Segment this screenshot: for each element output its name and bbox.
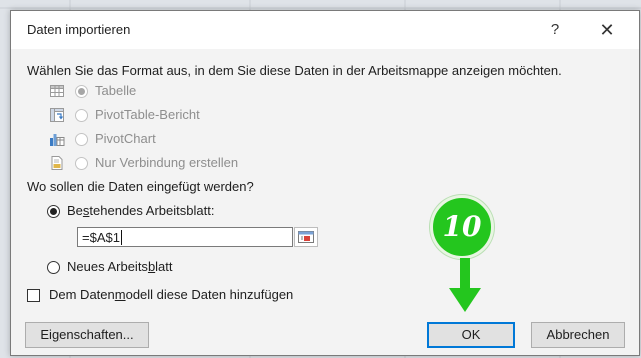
connection-icon bbox=[51, 156, 63, 170]
option-existing-sheet: Bestehendes Arbeitsblatt: bbox=[47, 201, 347, 221]
existing-sheet-radio[interactable] bbox=[47, 205, 60, 218]
existing-sheet-label: Bestehendes Arbeitsblatt: bbox=[67, 203, 215, 218]
option-new-sheet: Neues Arbeitsblatt bbox=[47, 257, 347, 277]
pivotchart-label: PivotChart bbox=[95, 131, 156, 146]
cancel-button[interactable]: Abbrechen bbox=[531, 322, 625, 348]
range-collapse-button[interactable] bbox=[294, 227, 318, 247]
close-button[interactable]: ✕ bbox=[583, 13, 631, 47]
dialog-title: Daten importieren bbox=[27, 22, 131, 37]
close-icon: ✕ bbox=[599, 20, 615, 40]
ok-button[interactable]: OK bbox=[427, 322, 515, 348]
range-input[interactable]: =$A$1 bbox=[77, 227, 293, 247]
step-number-badge: 10 bbox=[430, 195, 494, 259]
option-connection-only: Nur Verbindung erstellen bbox=[49, 153, 349, 173]
collapse-dialog-icon bbox=[298, 231, 314, 243]
connection-only-label: Nur Verbindung erstellen bbox=[95, 155, 239, 170]
range-value: =$A$1 bbox=[82, 230, 120, 245]
option-table: Tabelle bbox=[49, 81, 349, 101]
new-sheet-radio[interactable] bbox=[47, 261, 60, 274]
new-sheet-label: Neues Arbeitsblatt bbox=[67, 259, 173, 274]
ok-label: OK bbox=[461, 327, 481, 342]
datamodel-label: Dem Datenmodell diese Daten hinzufügen bbox=[49, 287, 294, 302]
location-prompt: Wo sollen die Daten eingefügt werden? bbox=[27, 179, 254, 194]
title-bar: Daten importieren ? ✕ bbox=[11, 11, 639, 49]
pivottable-icon bbox=[50, 108, 64, 122]
pivotchart-icon bbox=[50, 134, 65, 146]
table-radio[interactable] bbox=[75, 85, 88, 98]
properties-button[interactable]: Eigenschaften... bbox=[25, 322, 149, 348]
connection-only-radio[interactable] bbox=[75, 157, 88, 170]
table-icon bbox=[50, 85, 64, 97]
format-prompt: Wählen Sie das Format aus, in dem Sie di… bbox=[27, 63, 562, 78]
option-pivotchart: PivotChart bbox=[49, 129, 349, 149]
help-button[interactable]: ? bbox=[531, 13, 579, 47]
pivottable-label: PivotTable-Bericht bbox=[95, 107, 200, 122]
cancel-label: Abbrechen bbox=[546, 327, 610, 342]
option-pivottable: PivotTable-Bericht bbox=[49, 105, 349, 125]
pivotchart-radio[interactable] bbox=[75, 133, 88, 146]
help-icon: ? bbox=[550, 21, 560, 38]
import-data-dialog: Daten importieren ? ✕ Wählen Sie das For… bbox=[10, 10, 640, 356]
table-label: Tabelle bbox=[95, 83, 137, 98]
down-arrow-icon bbox=[449, 258, 481, 312]
datamodel-checkbox[interactable] bbox=[27, 289, 40, 302]
pivottable-radio[interactable] bbox=[75, 109, 88, 122]
